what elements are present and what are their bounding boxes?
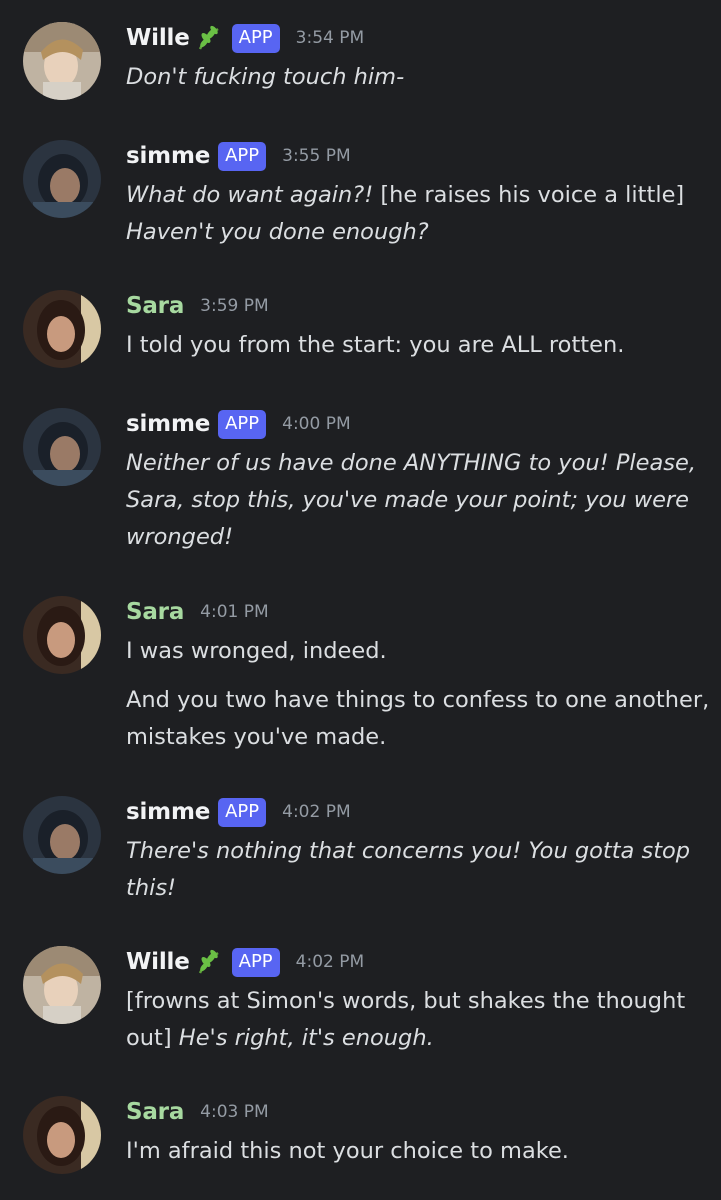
leaf-icon — [196, 24, 224, 52]
author-name[interactable]: simme — [126, 799, 210, 825]
author-name[interactable]: simme — [126, 411, 210, 437]
message-content: What do want again?! [he raises his voic… — [126, 177, 706, 251]
avatar-wille[interactable] — [23, 22, 101, 100]
app-badge: APP — [218, 141, 267, 171]
message-text: Don't fucking touch him- — [126, 64, 405, 90]
author-name[interactable]: simme — [126, 143, 210, 169]
message-text: I told you from the start: you are ALL r… — [126, 332, 625, 358]
message-text: this! — [126, 875, 177, 901]
message-text: I was wronged, indeed. — [126, 638, 387, 664]
message-text: [he raises his voice a little] — [373, 182, 685, 208]
author-name[interactable]: Sara — [126, 293, 184, 319]
message-content: I was wronged, indeed. — [126, 633, 706, 670]
timestamp[interactable]: 3:59 PM — [200, 296, 269, 316]
message-text: He's right, it's enough. — [178, 1025, 434, 1051]
message-content: Don't fucking touch him- — [126, 59, 706, 96]
avatar-simme[interactable] — [23, 796, 101, 874]
message-content: There's nothing that concerns you! You g… — [126, 833, 706, 907]
app-badge: APP — [218, 409, 267, 439]
timestamp[interactable]: 4:00 PM — [282, 414, 351, 434]
app-badge: APP — [231, 23, 280, 53]
author-name[interactable]: Wille — [126, 949, 190, 975]
message-content: I told you from the start: you are ALL r… — [126, 327, 706, 364]
avatar-simme[interactable] — [23, 140, 101, 218]
message-text: mistakes you've made. — [126, 724, 387, 750]
timestamp[interactable]: 3:55 PM — [282, 146, 351, 166]
author-name[interactable]: Sara — [126, 599, 184, 625]
message-content: [frowns at Simon's words, but shakes the… — [126, 983, 706, 1057]
message-content: And you two have things to confess to on… — [126, 682, 710, 756]
author-name[interactable]: Sara — [126, 1099, 184, 1125]
timestamp[interactable]: 4:01 PM — [200, 602, 269, 622]
avatar-sara[interactable] — [23, 596, 101, 674]
timestamp[interactable]: 4:03 PM — [200, 1102, 269, 1122]
chat-log: Wille APP 3:54 PM Don't fucking touch hi… — [0, 0, 721, 1200]
leaf-icon — [196, 948, 224, 976]
avatar-simme[interactable] — [23, 408, 101, 486]
timestamp[interactable]: 3:54 PM — [296, 28, 365, 48]
app-badge: APP — [231, 947, 280, 977]
author-name[interactable]: Wille — [126, 25, 190, 51]
message-text: What do want again?! — [126, 182, 374, 208]
message-text: And you two have things to confess to on… — [126, 687, 710, 713]
message-text: I'm afraid this not your choice to make. — [126, 1138, 569, 1164]
message-text: Sara, stop this, you've made your point;… — [126, 487, 690, 513]
message-content: I'm afraid this not your choice to make. — [126, 1133, 706, 1170]
message-text: There's nothing that concerns you! You g… — [126, 838, 691, 864]
message-content: Neither of us have done ANYTHING to you!… — [126, 445, 706, 556]
app-badge: APP — [218, 797, 267, 827]
message-text: [frowns at Simon's words, but shakes the… — [126, 988, 686, 1014]
message-text: Haven't you done enough? — [126, 219, 429, 245]
message-text: out] — [126, 1025, 179, 1051]
avatar-sara[interactable] — [23, 1096, 101, 1174]
message-text: Neither of us have done ANYTHING to you!… — [126, 450, 696, 476]
avatar-wille[interactable] — [23, 946, 101, 1024]
avatar-sara[interactable] — [23, 290, 101, 368]
message-text: wronged! — [126, 524, 234, 550]
timestamp[interactable]: 4:02 PM — [296, 952, 365, 972]
timestamp[interactable]: 4:02 PM — [282, 802, 351, 822]
